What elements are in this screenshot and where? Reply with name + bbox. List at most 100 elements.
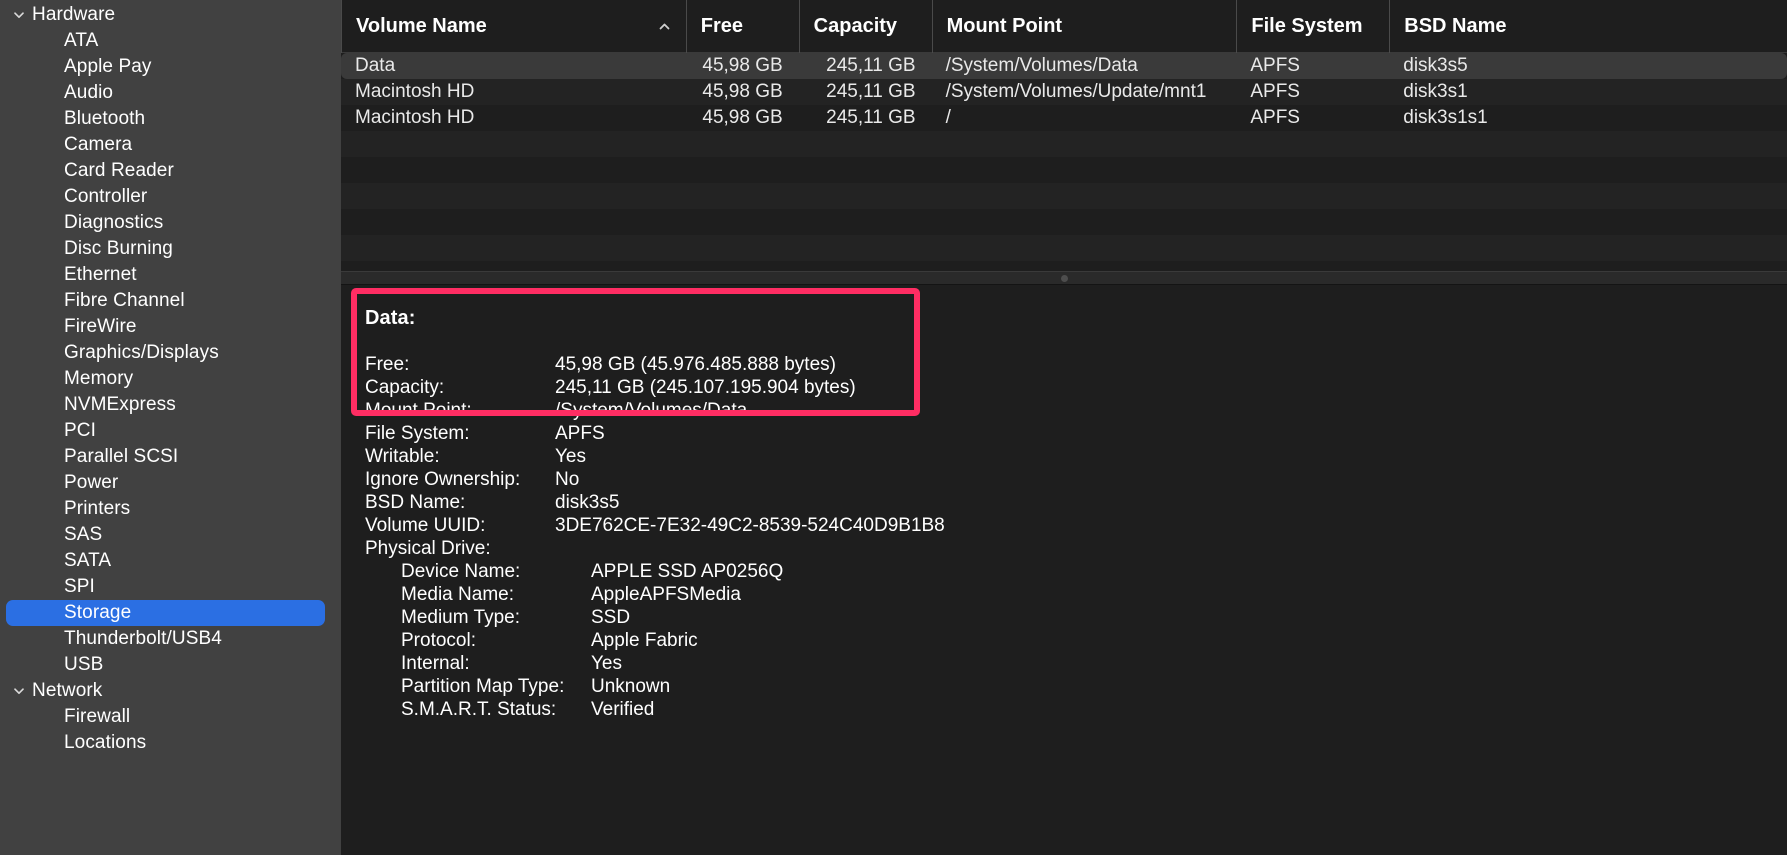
sidebar-item-ethernet[interactable]: Ethernet [0, 262, 341, 288]
column-header-label: Volume Name [356, 14, 487, 37]
chevron-up-icon [657, 0, 672, 53]
detail-row-capacity: Capacity: 245,11 GB (245.107.195.904 byte… [365, 377, 1787, 400]
drag-handle-dot-icon[interactable] [1060, 274, 1068, 282]
sidebar-group-network[interactable]: Network [0, 678, 341, 704]
sidebar-item-card-reader[interactable]: Card Reader [0, 158, 341, 184]
sidebar-item-nvmexpress[interactable]: NVMExpress [0, 392, 341, 418]
sidebar-item-audio[interactable]: Audio [0, 80, 341, 106]
sidebar-group-hardware[interactable]: Hardware [0, 2, 341, 28]
detail-value: 3DE762CE-7E32-49C2-8539-524C40D9B1B8 [555, 515, 945, 536]
detail-label: Internal: [401, 653, 470, 674]
detail-value: AppleAPFSMedia [591, 584, 741, 605]
detail-label: Media Name: [401, 584, 514, 605]
sidebar-item-parallel-scsi[interactable]: Parallel SCSI [0, 444, 341, 470]
sidebar-item-fibre-channel[interactable]: Fibre Channel [0, 288, 341, 314]
sidebar-item-sata[interactable]: SATA [0, 548, 341, 574]
sidebar-item-apple-pay[interactable]: Apple Pay [0, 54, 341, 80]
detail-row-mount-point: Mount Point: /System/Volumes/Data [365, 400, 1787, 423]
sidebar-item-pci[interactable]: PCI [0, 418, 341, 444]
detail-title: Data: [365, 307, 416, 329]
cell-free: 45,98 GB [702, 55, 783, 76]
sidebar-item-firewall[interactable]: Firewall [0, 704, 341, 730]
sidebar-item-camera[interactable]: Camera [0, 132, 341, 158]
table-empty-row [341, 157, 1787, 183]
cell-mount-point: / [945, 107, 951, 128]
sidebar-item-firewire[interactable]: FireWire [0, 314, 341, 340]
detail-value: Yes [555, 446, 586, 467]
detail-value: disk3s5 [555, 492, 620, 513]
sidebar-item-disc-burning[interactable]: Disc Burning [0, 236, 341, 262]
detail-label: Mount Point: [365, 400, 472, 421]
content-area: Volume Name Free Capacity Mount Point File S… [341, 0, 1787, 855]
sidebar-item-sas[interactable]: SAS [0, 522, 341, 548]
sidebar-item-memory[interactable]: Memory [0, 366, 341, 392]
sidebar-item-controller[interactable]: Controller [0, 184, 341, 210]
sidebar-item-spi[interactable]: SPI [0, 574, 341, 600]
cell-free: 45,98 GB [702, 81, 783, 102]
cell-capacity: 245,11 GB [826, 107, 916, 128]
chevron-down-icon[interactable] [10, 682, 28, 700]
sidebar-item-label: Disc Burning [64, 238, 173, 259]
detail-label: S.M.A.R.T. Status: [401, 699, 557, 720]
sidebar[interactable]: Hardware ATA Apple Pay Audio Bluetooth Camera… [0, 0, 341, 855]
detail-label: Medium Type: [401, 607, 520, 628]
sidebar-item-power[interactable]: Power [0, 470, 341, 496]
sidebar-item-diagnostics[interactable]: Diagnostics [0, 210, 341, 236]
sidebar-item-label: Card Reader [64, 160, 174, 181]
detail-label: Ignore Ownership: [365, 469, 521, 490]
detail-label: File System: [365, 423, 470, 444]
column-header-label: Capacity [813, 14, 898, 37]
table-row[interactable]: Macintosh HD 45,98 GB 245,11 GB / APFS disk3s… [341, 105, 1787, 131]
sidebar-item-label: Diagnostics [64, 212, 164, 233]
cell-capacity: 245,11 GB [826, 81, 916, 102]
detail-value: 45,98 GB (45.976.485.888 bytes) [555, 354, 836, 375]
detail-label: Physical Drive: [365, 538, 491, 559]
chevron-down-icon[interactable] [10, 6, 28, 24]
table-body[interactable]: Data 45,98 GB 245,11 GB/System/Volumes/Dat… [341, 53, 1787, 131]
detail-value: Apple Fabric [591, 630, 698, 651]
detail-row-s-m-a-r-t-status: S.M.A.R.T. Status: Verified [365, 699, 1787, 722]
sidebar-item-label: Ethernet [64, 264, 137, 285]
sidebar-item-storage[interactable]: Storage [6, 600, 325, 626]
detail-value: APFS [555, 423, 605, 444]
column-header-bsd-name[interactable]: BSD Name [1389, 0, 1787, 53]
sidebar-item-label: Bluetooth [64, 108, 146, 129]
detail-label: Free: [365, 354, 410, 375]
pane-splitter[interactable] [341, 271, 1787, 285]
detail-value: 245,11 GB (245.107.195.904 bytes) [555, 377, 856, 398]
sidebar-item-usb[interactable]: USB [0, 652, 341, 678]
sidebar-item-printers[interactable]: Printers [0, 496, 341, 522]
table-empty-rows [341, 131, 1787, 261]
detail-label: Partition Map Type: [401, 676, 565, 697]
table-empty-row [341, 131, 1787, 157]
column-header-mount-point[interactable]: Mount Point [931, 0, 1237, 53]
column-header-file-system[interactable]: File System [1236, 0, 1389, 53]
table-row[interactable]: Macintosh HD 45,98 GB 245,11 GB/System/Vol… [341, 79, 1787, 105]
cell-bsd-name: disk3s5 [1403, 55, 1468, 76]
cell-file-system: APFS [1250, 107, 1300, 128]
sidebar-item-graphics-displays[interactable]: Graphics/Displays [0, 340, 341, 366]
detail-row-media-name: Media Name: AppleAPFSMedia [365, 584, 1787, 607]
column-header-volume-name[interactable]: Volume Name [341, 0, 686, 53]
column-header-free[interactable]: Free [685, 0, 799, 53]
sidebar-item-thunderbolt-usb4[interactable]: Thunderbolt/USB4 [0, 626, 341, 652]
detail-label: Writable: [365, 446, 440, 467]
sidebar-item-label: PCI [64, 420, 96, 441]
sidebar-item-label: Camera [64, 134, 133, 155]
volumes-table[interactable]: Volume Name Free Capacity Mount Point File S… [341, 0, 1787, 271]
detail-row-partition-map-type: Partition Map Type: Unknown [365, 676, 1787, 699]
sidebar-item-label: NVMExpress [64, 394, 176, 415]
sidebar-item-bluetooth[interactable]: Bluetooth [0, 106, 341, 132]
column-header-capacity[interactable]: Capacity [798, 0, 932, 53]
table-empty-row [341, 183, 1787, 209]
detail-value: APPLE SSD AP0256Q [591, 561, 784, 582]
table-header-row[interactable]: Volume Name Free Capacity Mount Point File S… [341, 0, 1787, 53]
column-header-label: Free [700, 14, 743, 37]
table-row[interactable]: Data 45,98 GB 245,11 GB/System/Volumes/Dat… [341, 53, 1787, 79]
sidebar-item-label: Thunderbolt/USB4 [64, 628, 222, 649]
sidebar-item-locations[interactable]: Locations [0, 730, 341, 756]
sidebar-item-ata[interactable]: ATA [0, 28, 341, 54]
detail-row-ignore-ownership: Ignore Ownership: No [365, 469, 1787, 492]
column-header-label: BSD Name [1404, 14, 1507, 37]
detail-row-protocol: Protocol: Apple Fabric [365, 630, 1787, 653]
